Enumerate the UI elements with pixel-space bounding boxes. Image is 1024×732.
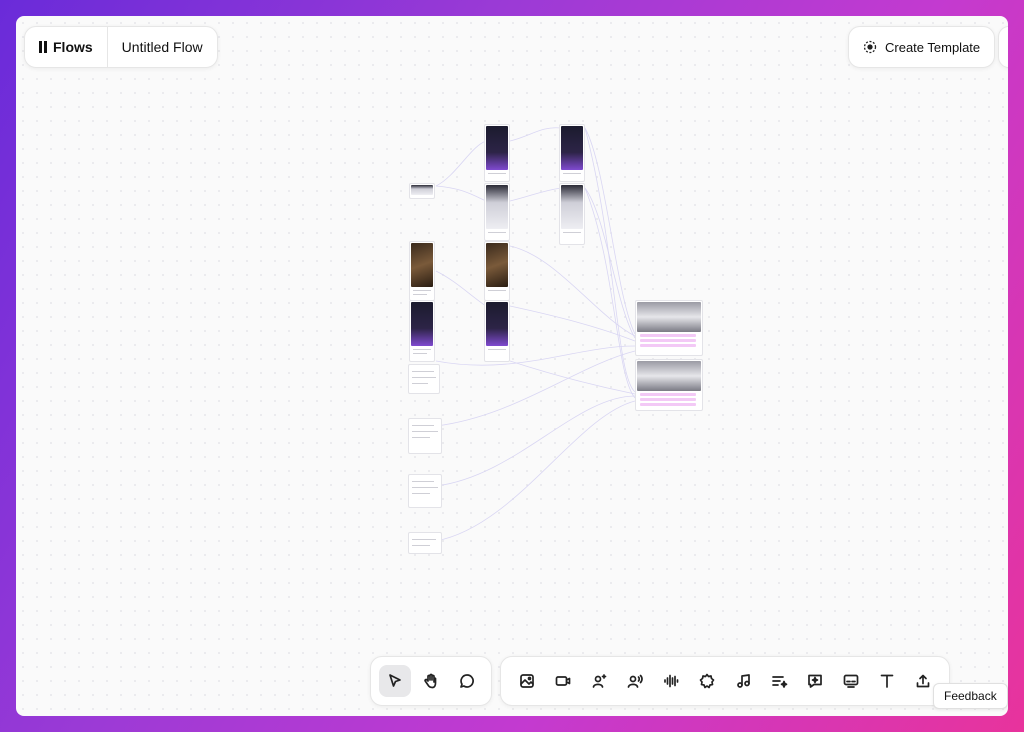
app-name: Flows: [53, 39, 93, 55]
image-node[interactable]: [484, 241, 510, 301]
video-camera-icon: [555, 676, 571, 686]
gear-burst-icon: [699, 673, 715, 689]
hand-icon: [424, 673, 437, 689]
audio-node-button[interactable]: [653, 665, 689, 697]
connection-lines: [435, 127, 636, 542]
character-node-button[interactable]: [581, 665, 617, 697]
text-t-icon: [880, 674, 894, 688]
music-note-icon: [737, 674, 750, 688]
voice-node-button[interactable]: [617, 665, 653, 697]
person-sparkle-icon: [592, 674, 607, 688]
text-node-button[interactable]: [869, 665, 905, 697]
select-tool-button[interactable]: [379, 665, 411, 697]
flow-canvas[interactable]: Flows Untitled Flow Create Template: [16, 16, 1008, 716]
node-thumbnail: [637, 302, 701, 332]
chat-sparkle-icon: [808, 674, 822, 688]
create-template-button[interactable]: Create Template: [848, 26, 996, 68]
prompt-node[interactable]: [408, 474, 442, 508]
flows-menu-button[interactable]: Flows: [25, 27, 107, 67]
video-output-node[interactable]: [635, 300, 703, 356]
pan-tool-button[interactable]: [415, 665, 447, 697]
node-tools: [500, 656, 950, 706]
image-node[interactable]: [559, 124, 585, 182]
image-icon: [520, 674, 534, 688]
prompt-node-button[interactable]: [761, 665, 797, 697]
feedback-button[interactable]: Feedback: [933, 683, 1008, 709]
person-voice-icon: [627, 674, 643, 688]
flows-logo-icon: [39, 41, 47, 53]
node-thumbnail: [411, 185, 433, 195]
node-thumbnail: [486, 185, 508, 229]
cursor-arrow-icon: [389, 674, 401, 687]
image-node[interactable]: [484, 124, 510, 182]
overflow-pill[interactable]: [998, 26, 1008, 68]
flow-titlebar: Flows Untitled Flow: [24, 26, 218, 68]
node-thumbnail: [486, 126, 508, 170]
caption-node-button[interactable]: [833, 665, 869, 697]
video-node[interactable]: [409, 300, 435, 362]
upload-icon: [916, 674, 930, 688]
image-node[interactable]: [484, 183, 510, 241]
image-node[interactable]: [559, 183, 585, 245]
speech-bubble-icon: [460, 674, 474, 688]
effect-node-button[interactable]: [689, 665, 725, 697]
video-node[interactable]: [484, 300, 510, 362]
prompt-node[interactable]: [408, 364, 440, 394]
canvas-tools: [370, 656, 492, 706]
node-thumbnail: [486, 243, 508, 287]
create-template-label: Create Template: [885, 39, 981, 55]
list-sparkle-icon: [772, 676, 788, 688]
node-thumbnail: [411, 243, 433, 287]
flow-title[interactable]: Untitled Flow: [106, 27, 217, 67]
node-thumbnail: [637, 361, 701, 391]
prompt-node[interactable]: [408, 532, 442, 554]
image-node[interactable]: [409, 183, 435, 199]
template-icon: [863, 40, 877, 54]
node-thumbnail: [561, 126, 583, 170]
caption-screen-icon: [843, 674, 859, 688]
chat-node-button[interactable]: [797, 665, 833, 697]
comment-tool-button[interactable]: [451, 665, 483, 697]
waveform-icon: [664, 674, 679, 688]
video-output-node[interactable]: [635, 359, 703, 411]
image-node[interactable]: [409, 241, 435, 301]
video-node-button[interactable]: [545, 665, 581, 697]
music-node-button[interactable]: [725, 665, 761, 697]
node-thumbnail: [411, 302, 433, 346]
node-thumbnail: [561, 185, 583, 229]
prompt-node[interactable]: [408, 418, 442, 454]
node-thumbnail: [486, 302, 508, 346]
image-node-button[interactable]: [509, 665, 545, 697]
